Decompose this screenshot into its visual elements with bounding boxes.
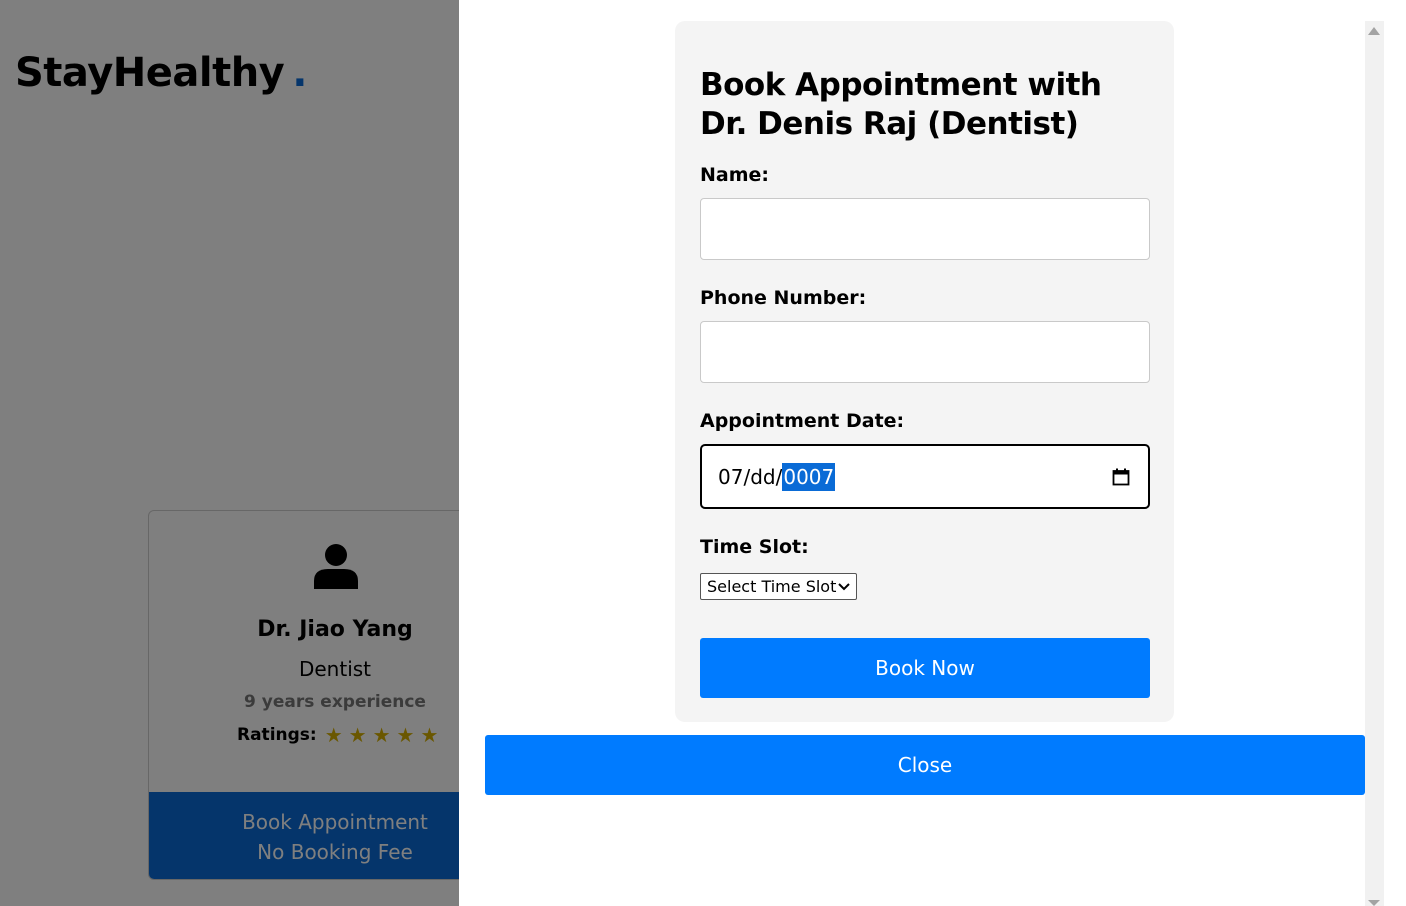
name-label: Name: [700,164,770,186]
phone-label: Phone Number: [700,287,867,309]
date-year[interactable]: 0007 [782,462,836,491]
form-title: Book Appointment with Dr. Denis Raj (Den… [700,67,1102,142]
date-month[interactable]: 07 [718,465,743,489]
time-slot-value: Select Time Slot [707,577,837,596]
date-input[interactable]: 07/dd/0007 [700,444,1150,509]
book-now-button[interactable]: Book Now [700,638,1150,698]
appointment-form: Book Appointment with Dr. Denis Raj (Den… [675,21,1174,722]
date-separator: / [775,464,783,489]
time-slot-label: Time Slot: [700,536,809,558]
name-input[interactable] [700,198,1150,260]
scroll-down-arrow-icon[interactable] [1368,900,1380,906]
date-label: Appointment Date: [700,410,905,432]
date-separator: / [743,464,751,489]
date-day[interactable]: dd [750,465,775,489]
scrollbar[interactable] [1365,21,1384,906]
scroll-up-arrow-icon[interactable] [1368,27,1380,35]
calendar-icon[interactable] [1112,468,1130,486]
phone-input[interactable] [700,321,1150,383]
chevron-down-icon [838,582,850,590]
time-slot-select[interactable]: Select Time Slot [700,573,857,600]
close-button[interactable]: Close [485,735,1365,795]
appointment-modal: Book Appointment with Dr. Denis Raj (Den… [459,0,1406,906]
